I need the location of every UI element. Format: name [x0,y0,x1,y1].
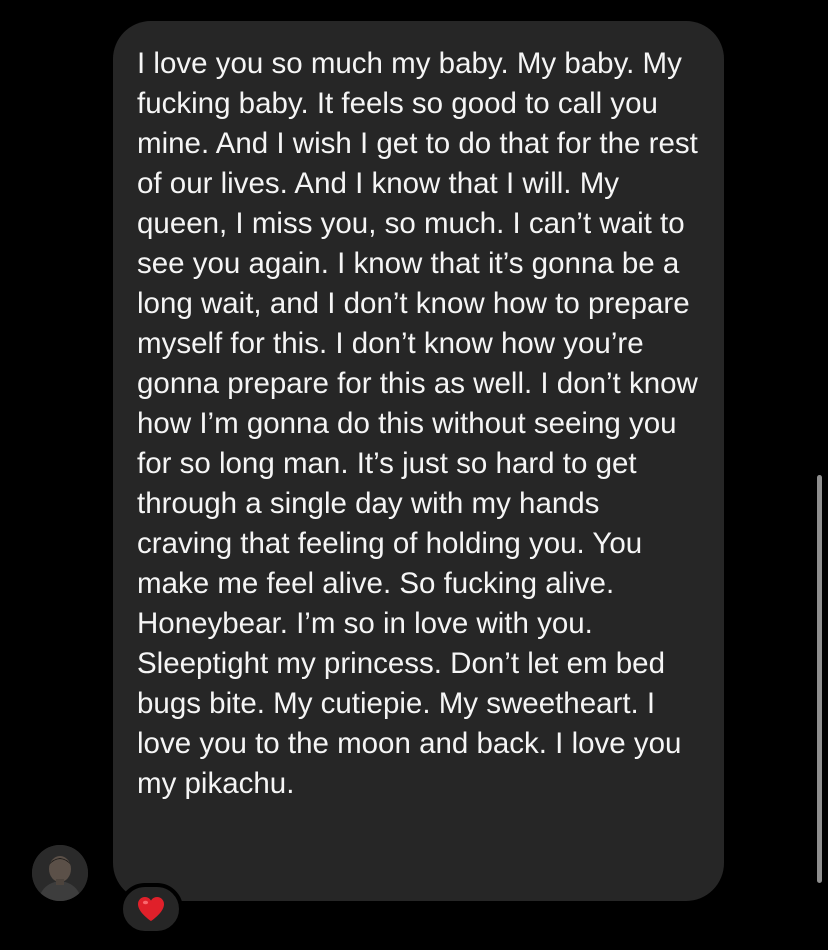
reaction-badge[interactable] [119,883,183,935]
avatar-photo-icon [32,845,88,901]
sender-avatar[interactable] [32,845,88,901]
scrollbar-thumb[interactable] [817,475,822,883]
chat-screen: I love you so much my baby. My baby. My … [0,0,828,950]
red-heart-icon [137,896,165,922]
message-text: I love you so much my baby. My baby. My … [137,47,698,800]
message-bubble[interactable]: I love you so much my baby. My baby. My … [113,21,724,901]
